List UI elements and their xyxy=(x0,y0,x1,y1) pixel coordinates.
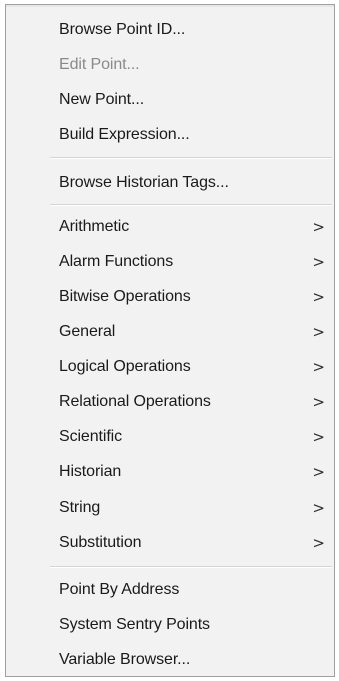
menu-separator xyxy=(50,204,332,206)
menu-item-label: Edit Point... xyxy=(59,55,140,73)
menu-item-label: Relational Operations xyxy=(59,392,211,410)
submenu-arrow-icon: > xyxy=(312,252,325,271)
menu-item-arithmetic[interactable]: Arithmetic > xyxy=(6,209,334,244)
menu-item-label: Alarm Functions xyxy=(59,252,174,270)
menu-item-label: Logical Operations xyxy=(59,357,191,375)
menu-item-edit-point: Edit Point... xyxy=(6,47,334,82)
menu-item-scientific[interactable]: Scientific > xyxy=(6,419,334,454)
submenu-arrow-icon: > xyxy=(312,533,325,552)
submenu-arrow-icon: > xyxy=(312,462,325,481)
menu-item-label: Point By Address xyxy=(59,580,180,598)
menu-item-label: New Point... xyxy=(59,90,145,108)
menu-item-variable-browser[interactable]: Variable Browser... xyxy=(6,642,334,676)
menu-item-browse-point-id[interactable]: Browse Point ID... xyxy=(6,12,334,47)
submenu-arrow-icon: > xyxy=(312,427,325,446)
menu-item-system-sentry-points[interactable]: System Sentry Points xyxy=(6,607,334,642)
menu-item-label: Historian xyxy=(59,462,122,480)
menu-separator xyxy=(50,566,332,568)
menu-item-label: Browse Historian Tags... xyxy=(59,173,229,191)
menu-item-label: System Sentry Points xyxy=(59,615,210,633)
context-menu: Browse Point ID... Edit Point... New Poi… xyxy=(5,4,335,677)
menu-item-label: Arithmetic xyxy=(59,217,130,235)
menu-item-alarm-functions[interactable]: Alarm Functions > xyxy=(6,244,334,279)
menu-item-build-expression[interactable]: Build Expression... xyxy=(6,117,334,152)
menu-item-relational-operations[interactable]: Relational Operations > xyxy=(6,384,334,419)
submenu-arrow-icon: > xyxy=(312,357,325,376)
menu-item-point-by-address[interactable]: Point By Address xyxy=(6,572,334,607)
submenu-arrow-icon: > xyxy=(312,392,325,411)
submenu-arrow-icon: > xyxy=(312,217,325,236)
menu-item-label: Variable Browser... xyxy=(59,650,191,668)
menu-item-historian[interactable]: Historian > xyxy=(6,454,334,489)
menu-item-label: Browse Point ID... xyxy=(59,20,186,38)
menu-item-logical-operations[interactable]: Logical Operations > xyxy=(6,349,334,384)
menu-item-label: Build Expression... xyxy=(59,125,190,143)
menu-item-label: Substitution xyxy=(59,533,142,551)
menu-item-label: Scientific xyxy=(59,427,123,445)
menu-top-edge xyxy=(6,5,334,7)
submenu-arrow-icon: > xyxy=(312,287,325,306)
menu-item-substitution[interactable]: Substitution > xyxy=(6,525,334,560)
menu-item-label: Bitwise Operations xyxy=(59,287,191,305)
menu-item-label: String xyxy=(59,498,101,516)
submenu-arrow-icon: > xyxy=(312,322,325,341)
menu-item-new-point[interactable]: New Point... xyxy=(6,82,334,117)
submenu-arrow-icon: > xyxy=(312,498,325,517)
menu-item-label: General xyxy=(59,322,116,340)
menu-separator xyxy=(50,157,332,159)
menu-item-bitwise-operations[interactable]: Bitwise Operations > xyxy=(6,279,334,314)
menu-item-general[interactable]: General > xyxy=(6,314,334,349)
menu-item-string[interactable]: String > xyxy=(6,490,334,525)
menu-item-browse-historian-tags[interactable]: Browse Historian Tags... xyxy=(6,165,334,200)
